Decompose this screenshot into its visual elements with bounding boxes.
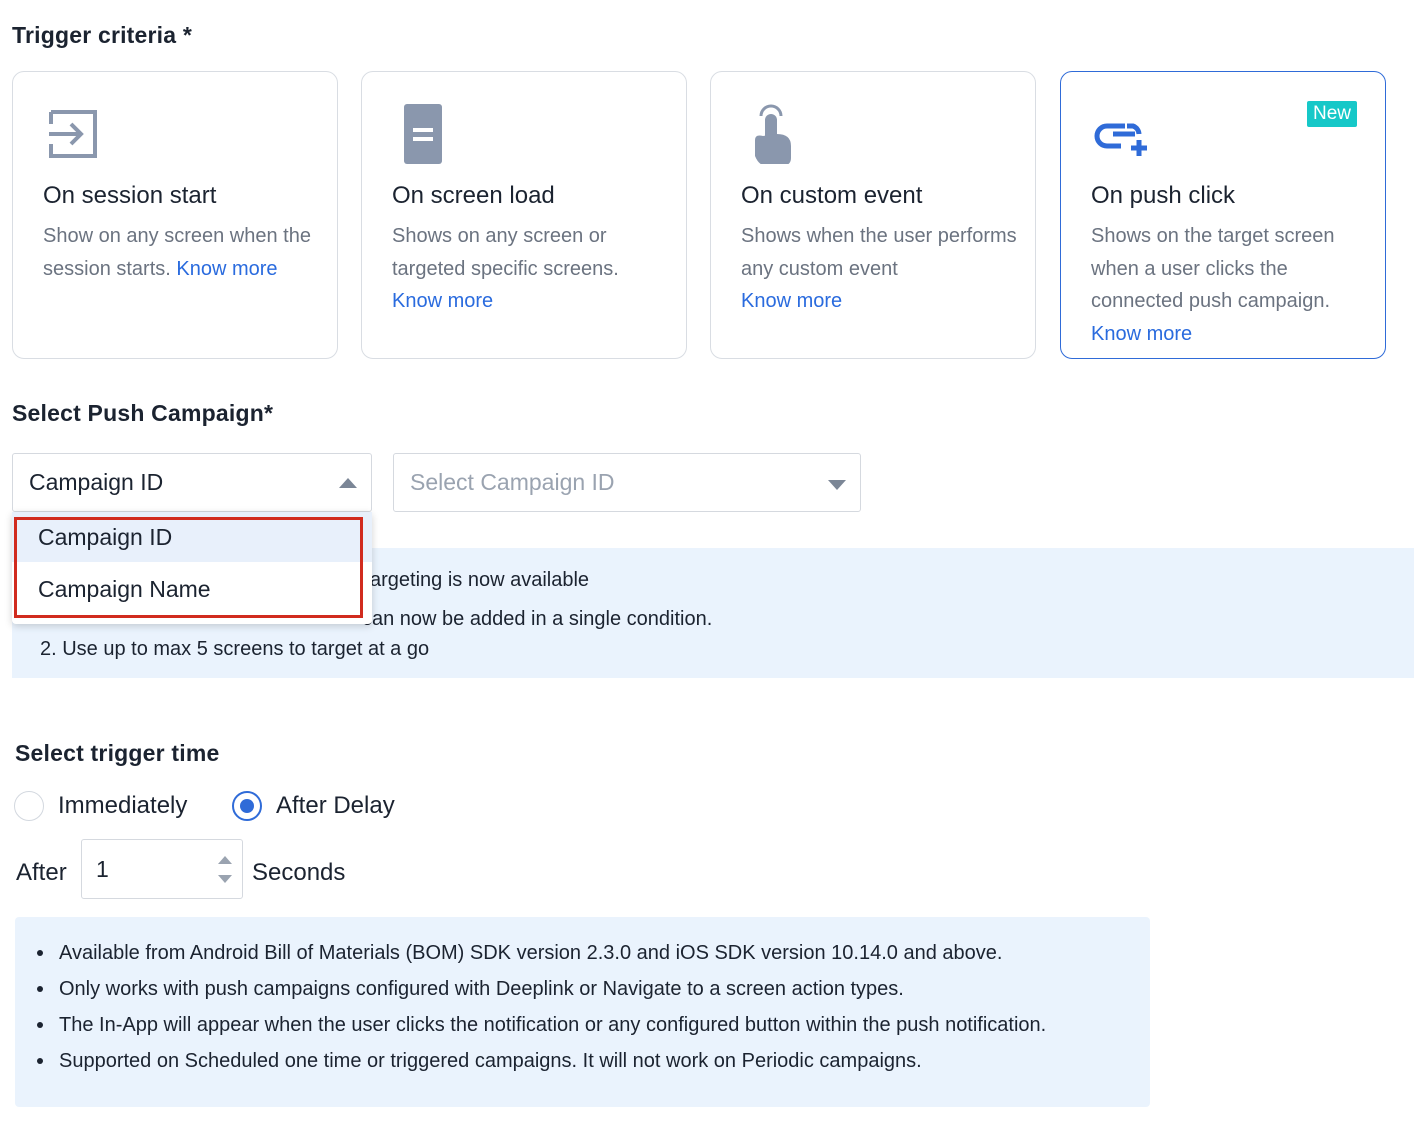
stepper-down-icon[interactable] <box>218 875 232 883</box>
card-description: Shows when the user performs any custom … <box>741 220 1031 318</box>
note-item: Only works with push campaigns configure… <box>36 971 1046 1007</box>
select-push-campaign-title: Select Push Campaign* <box>12 400 274 426</box>
know-more-link[interactable]: Know more <box>176 258 277 280</box>
know-more-link[interactable]: Know more <box>1091 323 1192 345</box>
card-title: On push click <box>1091 182 1236 209</box>
new-badge: New <box>1306 101 1357 127</box>
push-click-icon <box>1094 123 1147 156</box>
card-description: Shows on the target screen when a user c… <box>1091 220 1361 350</box>
campaign-type-select[interactable]: Campaign ID <box>12 453 372 512</box>
stepper-up-icon[interactable] <box>218 856 232 864</box>
campaign-id-select[interactable]: Select Campaign ID <box>393 453 861 512</box>
card-title: On session start <box>43 182 217 209</box>
push-click-notes-box: Available from Android Bill of Materials… <box>15 917 1150 1107</box>
note-item: The In-App will appear when the user cli… <box>36 1007 1046 1043</box>
delay-value: 1 <box>96 856 109 882</box>
campaign-type-value: Campaign ID <box>29 469 164 495</box>
trigger-card-custom-event[interactable]: On custom event Shows when the user perf… <box>710 71 1036 359</box>
card-desc-text: Shows on any screen or targeted specific… <box>392 225 619 280</box>
radio-label-immediately: Immediately <box>58 792 188 819</box>
radio-immediately[interactable] <box>14 791 44 821</box>
note-item: Supported on Scheduled one time or trigg… <box>36 1043 1046 1079</box>
card-title: On custom event <box>741 182 923 209</box>
after-label: After <box>16 859 67 886</box>
document-icon <box>404 104 442 164</box>
know-more-link[interactable]: Know more <box>392 290 493 312</box>
card-desc-text: Shows when the user performs any custom … <box>741 225 1017 280</box>
chevron-down-icon <box>828 480 846 490</box>
card-description: Show on any screen when the session star… <box>43 220 333 285</box>
trigger-card-session-start[interactable]: On session start Show on any screen when… <box>12 71 338 359</box>
campaign-id-placeholder: Select Campaign ID <box>410 469 615 495</box>
chevron-up-icon <box>339 478 357 488</box>
select-trigger-time-title: Select trigger time <box>15 740 220 766</box>
info-line-1: can now be added in a single condition. <box>362 608 713 630</box>
note-item: Available from Android Bill of Materials… <box>36 935 1046 971</box>
info-heading: argeting is now available <box>370 569 590 591</box>
tap-hand-icon <box>755 104 791 164</box>
trigger-criteria-title: Trigger criteria * <box>12 22 193 48</box>
card-title: On screen load <box>392 182 555 209</box>
card-desc-text: Shows on the target screen when a user c… <box>1091 225 1335 312</box>
annotation-highlight-box <box>14 517 363 618</box>
trigger-card-push-click[interactable]: New On push click Shows on the target sc… <box>1060 71 1386 359</box>
info-line-2: 2. Use up to max 5 screens to target at … <box>40 638 430 660</box>
radio-label-after-delay: After Delay <box>276 792 395 819</box>
notes-list: Available from Android Bill of Materials… <box>36 935 1046 1079</box>
radio-after-delay[interactable] <box>232 791 262 821</box>
trigger-card-screen-load[interactable]: On screen load Shows on any screen or ta… <box>361 71 687 359</box>
know-more-link[interactable]: Know more <box>741 290 842 312</box>
seconds-label: Seconds <box>252 859 346 886</box>
card-description: Shows on any screen or targeted specific… <box>392 220 682 318</box>
delay-number-input[interactable]: 1 <box>81 839 243 899</box>
session-enter-icon <box>49 110 97 158</box>
